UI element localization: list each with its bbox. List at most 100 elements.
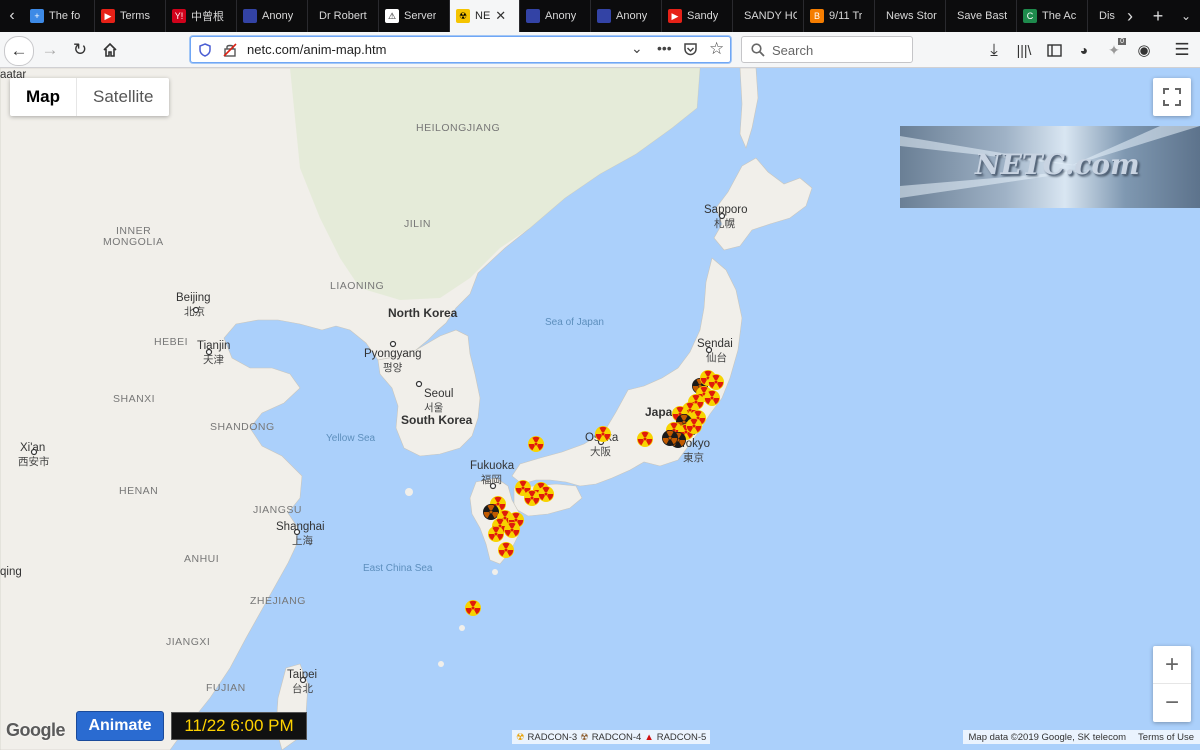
tab-list: + The fo ▶ Terms Y! 中曾根 Anony Dr Robert ⚠ Server ☢… [24,0,1116,32]
extension-button[interactable]: ◕ [1070,36,1098,64]
tab-item[interactable]: Y! 中曾根 [166,0,237,32]
netc-logo-banner: NETC.com [900,126,1200,208]
radiation-marker[interactable] [528,436,544,452]
radiation-marker[interactable] [465,600,481,616]
radiation-marker[interactable] [708,374,724,390]
radiation-marker[interactable] [483,504,499,520]
tab-item[interactable]: ▶ Sandy [662,0,733,32]
radcon-legend-icon: ☢ [516,731,525,743]
tab-item[interactable]: B 9/11 Tr [804,0,875,32]
radiation-marker[interactable] [488,526,504,542]
back-button[interactable]: ← [4,36,34,66]
animate-button[interactable]: Animate [76,711,164,741]
account-icon: ◉ [1137,42,1151,59]
sidebar-icon [1046,43,1062,57]
library-button[interactable]: |||\ [1010,36,1038,64]
google-logo-text: Google [6,720,66,740]
radiation-marker[interactable] [686,418,702,434]
netc-logo-text: NETC.com [975,148,1140,181]
satellite-view-button[interactable]: Satellite [77,78,169,116]
radiation-marker[interactable] [498,542,514,558]
tab-label: Terms [120,10,150,22]
reload-button[interactable]: ↻ [66,36,94,64]
tab-label: Dis [1099,10,1115,22]
forward-button[interactable]: → [36,36,64,64]
tab-favicon-icon: Y! [172,9,186,23]
radiation-marker[interactable] [524,490,540,506]
tab-item[interactable]: ⚠ Server [379,0,450,32]
tabs-scroll-left-button[interactable]: ‹ [0,0,24,32]
attribution-text: Map data ©2019 Google, SK telecom [968,731,1127,743]
radiation-marker[interactable] [538,486,554,502]
tab-item[interactable]: Dis [1088,0,1116,32]
chevron-down-icon: ⌄ [1180,9,1192,23]
chevron-down-icon[interactable]: ⌄ [631,40,643,57]
map-type-control: Map Satellite [10,78,170,116]
tab-strip: ‹ + The fo ▶ Terms Y! 中曾根 Anony Dr Robert ⚠ Serve… [0,0,1200,32]
tab-item[interactable]: ☢ NE ✕ [450,0,520,32]
close-tab-icon[interactable]: ✕ [495,8,506,24]
fullscreen-icon [1163,88,1181,106]
downloads-button[interactable]: ⤓ [980,36,1008,64]
tab-item[interactable]: + The fo [24,0,95,32]
radiation-marker[interactable] [662,430,678,446]
search-placeholder: Search [772,43,814,58]
page-actions-icon[interactable]: ••• [657,40,672,56]
reload-icon: ↻ [72,40,88,59]
radcon-legend-label: RADCON-5 [656,731,707,743]
tab-item[interactable]: Dr Robert [308,0,379,32]
tab-item[interactable]: Save Bast [946,0,1017,32]
google-logo[interactable]: Google [6,720,66,741]
tab-item[interactable]: Anony [520,0,591,32]
tab-favicon-icon: ▶ [101,9,115,23]
shield-icon[interactable] [199,43,211,57]
account-button[interactable]: ◉ [1130,36,1158,64]
terms-of-use-link[interactable]: Terms of Use [1138,732,1194,743]
address-bar[interactable]: netc.com/anim-map.htm ⌄ ••• ☆ [190,36,731,63]
list-all-tabs-button[interactable]: ⌄ [1172,0,1200,32]
tab-item[interactable]: News Stor [875,0,946,32]
bookmark-star-icon[interactable]: ☆ [709,39,724,59]
search-box[interactable]: Search [741,36,913,63]
radiation-marker[interactable] [637,431,653,447]
url-text[interactable]: netc.com/anim-map.htm [247,42,386,57]
sidebar-button[interactable] [1040,36,1068,64]
minus-icon: − [1164,689,1179,716]
home-button[interactable] [96,36,124,64]
chevron-right-icon: › [1127,5,1133,26]
plus-icon: + [1164,650,1179,678]
pocket-icon[interactable] [683,42,698,57]
tab-label: The Ac [1042,10,1077,22]
tab-item[interactable]: SANDY HO [733,0,804,32]
tab-favicon-icon: ▶ [668,9,682,23]
insecure-lock-icon[interactable] [223,43,237,57]
radcon-legend-icon: ☢ [580,731,589,743]
tab-label: 9/11 Tr [829,10,863,22]
arrow-left-icon: ← [10,41,28,60]
map-canvas[interactable]: HEILONGJIANG JILIN LIAONING INNER MONGOL… [0,68,1200,750]
new-tab-button[interactable]: + [1144,0,1172,32]
map-view-button[interactable]: Map [10,78,77,116]
tab-item[interactable]: C The Ac [1017,0,1088,32]
extension-badge-button[interactable]: ✦ 0 [1100,36,1128,64]
tab-label: Server [404,10,437,22]
tab-label: Anony [545,10,577,22]
home-icon [103,42,117,57]
time-display: 11/22 6:00 PM [171,712,307,740]
fullscreen-button[interactable] [1153,78,1191,116]
tab-favicon-icon: ⚠ [385,9,399,23]
tab-item[interactable]: Anony [591,0,662,32]
zoom-out-button[interactable]: − [1153,684,1191,722]
tab-label: NE [475,10,491,22]
tab-label: 中曾根 [191,11,224,23]
tab-favicon-icon: C [1023,9,1037,23]
tab-item[interactable]: Anony [237,0,308,32]
menu-button[interactable]: ☰ [1168,36,1196,64]
radiation-marker[interactable] [504,522,520,538]
tab-favicon-icon [597,9,611,23]
radiation-marker[interactable] [704,390,720,406]
zoom-in-button[interactable]: + [1153,646,1191,684]
tabs-scroll-right-button[interactable]: › [1116,0,1144,32]
tab-item[interactable]: ▶ Terms [95,0,166,32]
radiation-marker[interactable] [595,426,611,442]
